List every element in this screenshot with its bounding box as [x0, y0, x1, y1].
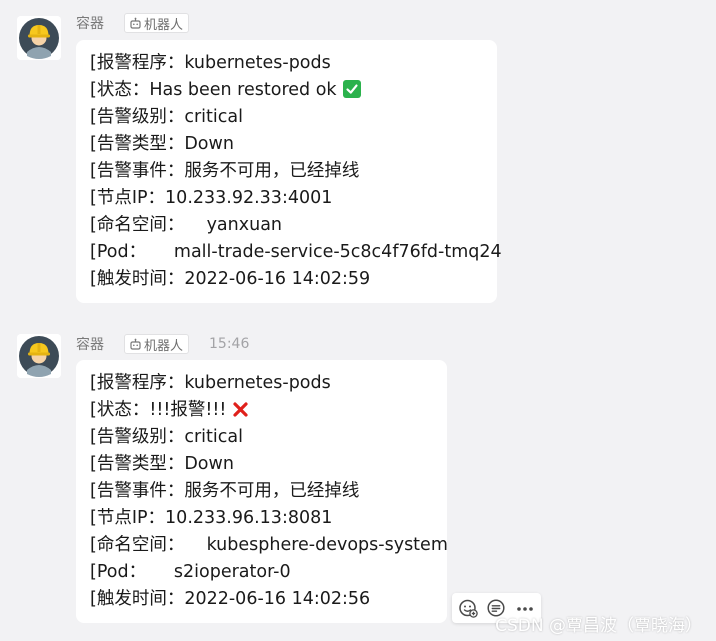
cross-mark-icon	[233, 402, 249, 417]
alert-line-status: [状态：Has been restored ok	[90, 77, 483, 104]
alert-line-trigger-time: [触发时间：2022-06-16 14:02:56	[90, 589, 371, 609]
sender-name[interactable]: 容器	[76, 334, 104, 354]
alert-line-level: [告警级别：critical	[90, 107, 243, 127]
emoji-reaction-icon	[459, 599, 478, 618]
alert-line-event: [告警事件：服务不可用，已经掉线	[90, 481, 360, 501]
alert-line-level: [告警级别：critical	[90, 427, 243, 447]
alert-line-type: [告警类型：Down	[90, 134, 234, 154]
worker-avatar-icon	[17, 334, 61, 378]
message-header: 容器 机器人 15:46	[76, 334, 249, 354]
alert-line-program: [报警程序：kubernetes-pods	[90, 373, 331, 393]
watermark: CSDN @覃昌波（覃晓海）	[495, 616, 702, 636]
alert-line-node-ip: [节点IP：10.233.92.33:4001	[90, 188, 333, 208]
alert-line-status: [状态：!!!报警!!!	[90, 397, 433, 424]
message-bubble[interactable]: [报警程序：kubernetes-pods [状态：!!!报警!!! [告警级别…	[76, 360, 448, 623]
robot-icon	[130, 17, 141, 29]
check-mark-button-icon	[342, 80, 361, 98]
robot-tag: 机器人	[124, 334, 190, 354]
message-bubble[interactable]: [报警程序：kubernetes-pods [状态：Has been resto…	[76, 40, 502, 303]
alert-line-type: [告警类型：Down	[90, 454, 234, 474]
alert-line-trigger-time: [触发时间：2022-06-16 14:02:59	[90, 269, 371, 289]
message-header: 容器 机器人	[76, 13, 190, 33]
robot-tag-label: 机器人	[144, 17, 184, 33]
alert-line-pod: [Pod： mall-trade-service-5c8c4f76fd-tmq2…	[90, 242, 502, 262]
robot-tag: 机器人	[124, 13, 190, 33]
avatar[interactable]	[17, 334, 61, 378]
alert-line-node-ip: [节点IP：10.233.96.13:8081	[90, 508, 333, 528]
worker-avatar-icon	[17, 16, 61, 60]
message-time: 15:46	[209, 336, 250, 352]
alert-line-program: [报警程序：kubernetes-pods	[90, 53, 331, 73]
alert-line-namespace: [命名空间： yanxuan	[90, 215, 283, 235]
emoji-reaction-button[interactable]	[456, 596, 480, 620]
sender-name[interactable]: 容器	[76, 13, 104, 33]
avatar[interactable]	[17, 16, 61, 60]
alert-line-pod: [Pod： s2ioperator-0	[90, 562, 291, 582]
robot-tag-label: 机器人	[144, 338, 184, 354]
alert-line-event: [告警事件：服务不可用，已经掉线	[90, 161, 360, 181]
robot-icon	[130, 338, 141, 350]
alert-line-namespace: [命名空间： kubesphere-devops-system	[90, 535, 448, 555]
